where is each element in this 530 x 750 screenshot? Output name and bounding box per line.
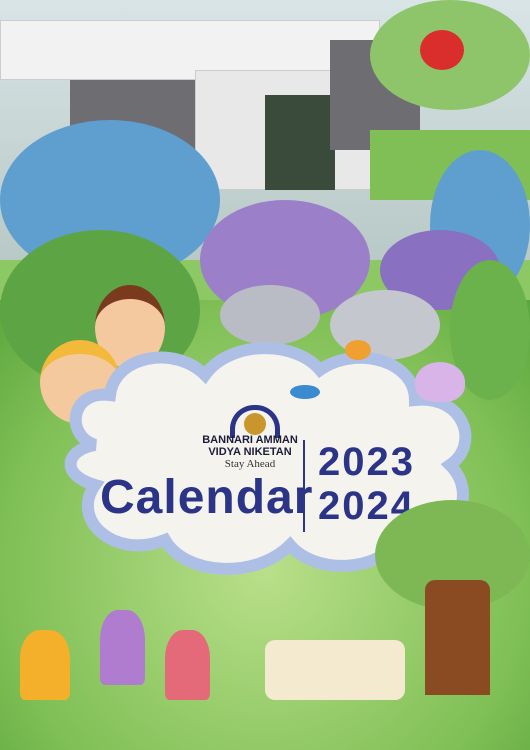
- butterfly-icon: [415, 362, 465, 402]
- logo-tagline: Stay Ahead: [224, 458, 276, 470]
- open-book: [265, 640, 405, 700]
- child-sitting: [165, 630, 210, 700]
- calendar-title: Calendar: [100, 471, 314, 524]
- logo-monogram-icon: [244, 413, 266, 435]
- fish-icon: [345, 340, 371, 360]
- bookshelf-tree-trunk: [425, 580, 490, 695]
- child-sitting: [100, 610, 145, 685]
- year-start: 2023: [318, 440, 415, 484]
- entrance-dark: [265, 95, 335, 190]
- apple-icon: [420, 30, 464, 70]
- title-divider: [303, 440, 305, 532]
- logo-line2: VIDYA NIKETAN: [208, 446, 292, 458]
- bird-icon: [290, 385, 320, 399]
- logo-line1: BANNARI AMMAN: [202, 434, 298, 446]
- child-sitting: [20, 630, 70, 700]
